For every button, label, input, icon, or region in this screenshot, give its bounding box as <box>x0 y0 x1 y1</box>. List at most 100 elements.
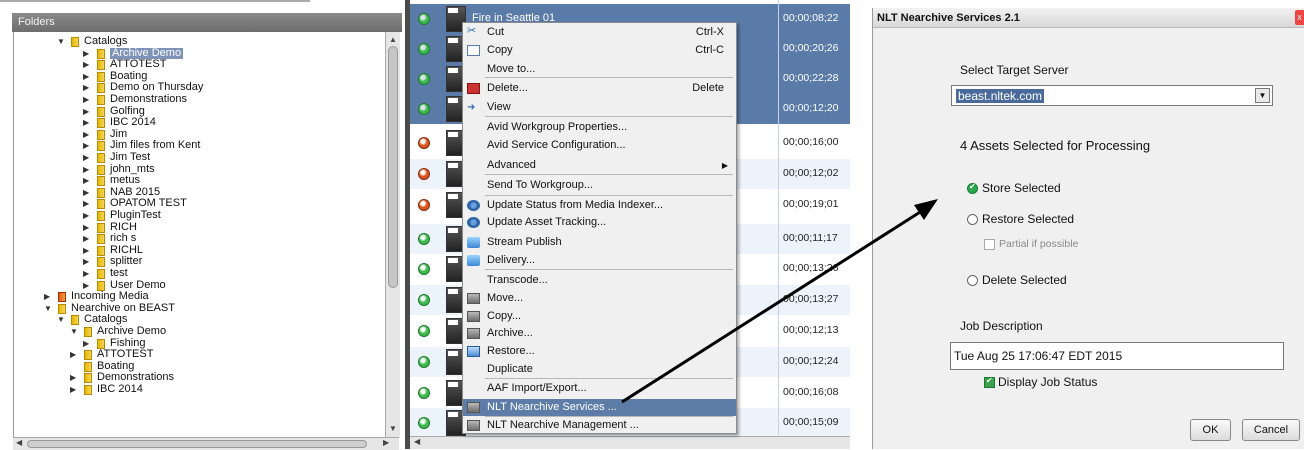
menu-item[interactable]: NLT Nearchive Management ... <box>463 417 736 434</box>
cancel-button[interactable]: Cancel <box>1242 419 1300 441</box>
delete-label[interactable]: Delete Selected <box>982 273 1067 287</box>
expand-icon[interactable]: ▶ <box>83 129 92 140</box>
menu-item[interactable]: Stream Publish <box>463 234 736 251</box>
close-icon[interactable]: x <box>1295 10 1304 25</box>
expand-icon[interactable]: ▶ <box>83 94 92 105</box>
restore-label[interactable]: Restore Selected <box>982 212 1074 226</box>
expand-icon[interactable]: ▶ <box>83 222 92 233</box>
tree-item[interactable]: ▶ Demo on Thursday <box>83 82 203 94</box>
expand-icon[interactable]: ▶ <box>83 175 92 186</box>
scroll-left-icon[interactable]: ◀ <box>16 438 22 447</box>
display-job-status-label[interactable]: Display Job Status <box>998 375 1097 389</box>
expand-icon[interactable]: ▶ <box>83 48 92 59</box>
tree-item[interactable]: ▶ Demonstrations <box>70 372 174 384</box>
menu-item[interactable]: Delete... Delete <box>463 80 736 97</box>
tree-item[interactable]: ▶ IBC 2014 <box>83 117 156 129</box>
expand-icon[interactable]: ▶ <box>83 71 92 82</box>
expand-icon[interactable]: ▶ <box>83 59 92 70</box>
menu-item[interactable]: Restore... <box>463 343 736 360</box>
expand-icon[interactable]: ▶ <box>83 140 92 151</box>
tree-item[interactable]: ▶ NAB 2015 <box>83 186 160 198</box>
tree-item[interactable]: ▶ Jim <box>83 128 127 140</box>
tree-item[interactable]: ▶ RICH <box>83 221 137 233</box>
menu-item[interactable]: Update Status from Media Indexer... <box>463 197 736 214</box>
collapse-icon[interactable]: ▼ <box>57 314 66 325</box>
expand-icon[interactable]: ▶ <box>83 198 92 209</box>
menu-item[interactable]: ✂ Cut Ctrl-X <box>463 24 736 41</box>
tree-item[interactable]: ▶ User Demo <box>83 279 166 291</box>
expand-icon[interactable]: ▶ <box>83 164 92 175</box>
assets-horizontal-scrollbar[interactable]: ◀ <box>410 436 850 449</box>
menu-item[interactable]: AAF Import/Export... <box>463 380 736 397</box>
menu-item[interactable]: Transcode... <box>463 272 736 289</box>
tree-item[interactable]: ▶ Fishing <box>83 337 145 349</box>
tree-item[interactable]: ▶ rich s <box>83 233 136 245</box>
tree-item[interactable]: ▼ Catalogs <box>57 36 127 47</box>
tree-item[interactable]: ▼ Archive Demo <box>70 326 166 337</box>
collapse-icon[interactable]: ▼ <box>44 303 53 314</box>
collapse-icon[interactable]: ▼ <box>57 36 66 47</box>
expand-icon[interactable]: ▶ <box>70 349 79 360</box>
menu-item[interactable]: Duplicate <box>463 361 736 378</box>
expand-icon[interactable]: ▶ <box>83 338 92 349</box>
tree-item[interactable]: ▶ Jim files from Kent <box>83 140 200 152</box>
expand-icon[interactable]: ▶ <box>83 256 92 267</box>
expand-icon[interactable]: ▶ <box>70 384 79 395</box>
tree-item[interactable]: ▶ IBC 2014 <box>70 384 143 395</box>
collapse-icon[interactable]: ▼ <box>70 326 79 337</box>
tree-item[interactable]: ▶ RICHL <box>83 244 143 256</box>
menu-item[interactable]: Copy Ctrl-C <box>463 42 736 59</box>
expand-icon[interactable]: ▶ <box>83 268 92 279</box>
tree-item[interactable]: ▶ Boating <box>83 70 147 82</box>
display-job-status-checkbox[interactable] <box>984 376 995 388</box>
scroll-right-icon[interactable]: ▶ <box>383 438 389 447</box>
tree-item[interactable]: ▶ test <box>83 268 128 279</box>
tree-item[interactable]: ▶ PluginTest <box>83 210 161 221</box>
target-server-select[interactable]: beast.nltek.com ▼ <box>951 85 1273 106</box>
delete-radio[interactable] <box>967 275 978 286</box>
folder-tree-horizontal-scrollbar[interactable]: ◀ ▶ <box>13 437 399 450</box>
expand-icon[interactable]: ▶ <box>83 210 92 221</box>
expand-icon[interactable]: ▶ <box>83 106 92 117</box>
menu-item[interactable]: Advanced ▶ <box>463 157 736 174</box>
folder-tree-vertical-scrollbar[interactable]: ▲ ▼ <box>385 32 400 438</box>
tree-item[interactable]: Boating <box>70 360 134 372</box>
menu-item[interactable]: Move to... <box>463 61 736 78</box>
expand-icon[interactable]: ▶ <box>44 291 53 302</box>
tree-item[interactable]: ▶ Incoming Media <box>44 291 149 303</box>
menu-item[interactable]: Copy... <box>463 308 736 325</box>
menu-item[interactable]: Move... <box>463 290 736 307</box>
menu-item[interactable]: Avid Workgroup Properties... <box>463 119 736 136</box>
expand-icon[interactable]: ▶ <box>70 372 79 383</box>
menu-item[interactable]: Avid Service Configuration... <box>463 137 736 154</box>
expand-icon[interactable]: ▶ <box>83 82 92 93</box>
expand-icon[interactable]: ▶ <box>83 117 92 128</box>
tree-item[interactable]: ▼ Nearchive on BEAST <box>44 302 175 314</box>
restore-radio[interactable] <box>967 214 978 225</box>
menu-item[interactable]: Update Asset Tracking... <box>463 214 736 231</box>
menu-item[interactable]: Archive... <box>463 325 736 342</box>
store-radio[interactable] <box>967 182 978 194</box>
job-description-input[interactable] <box>950 342 1284 370</box>
menu-item[interactable]: NLT Nearchive Services ... <box>463 399 736 416</box>
expand-icon[interactable]: ▶ <box>83 152 92 163</box>
tree-item[interactable]: ▶ metus <box>83 175 140 187</box>
tree-item[interactable]: ▶ ATTOTEST <box>83 59 166 71</box>
menu-item[interactable]: ➜ View <box>463 99 736 116</box>
tree-item[interactable]: ▶ OPATOM TEST <box>83 198 187 210</box>
tree-item[interactable]: ▶ Demonstrations <box>83 94 187 105</box>
tree-item[interactable]: ▶ Archive Demo <box>83 47 184 59</box>
store-label[interactable]: Store Selected <box>982 181 1061 195</box>
scrollbar-thumb[interactable] <box>388 46 398 288</box>
tree-item[interactable]: ▶ Jim Test <box>83 152 150 163</box>
scroll-left-icon[interactable]: ◀ <box>414 437 420 446</box>
menu-item[interactable]: Send To Workgroup... <box>463 177 736 194</box>
ok-button[interactable]: OK <box>1190 419 1231 441</box>
expand-icon[interactable]: ▶ <box>83 187 92 198</box>
menu-item[interactable]: Delivery... <box>463 252 736 269</box>
chevron-down-icon[interactable]: ▼ <box>1255 88 1270 103</box>
scroll-up-icon[interactable]: ▲ <box>389 35 397 44</box>
expand-icon[interactable]: ▶ <box>83 280 92 291</box>
expand-icon[interactable]: ▶ <box>83 245 92 256</box>
tree-item[interactable]: ▶ john_mts <box>83 163 155 175</box>
